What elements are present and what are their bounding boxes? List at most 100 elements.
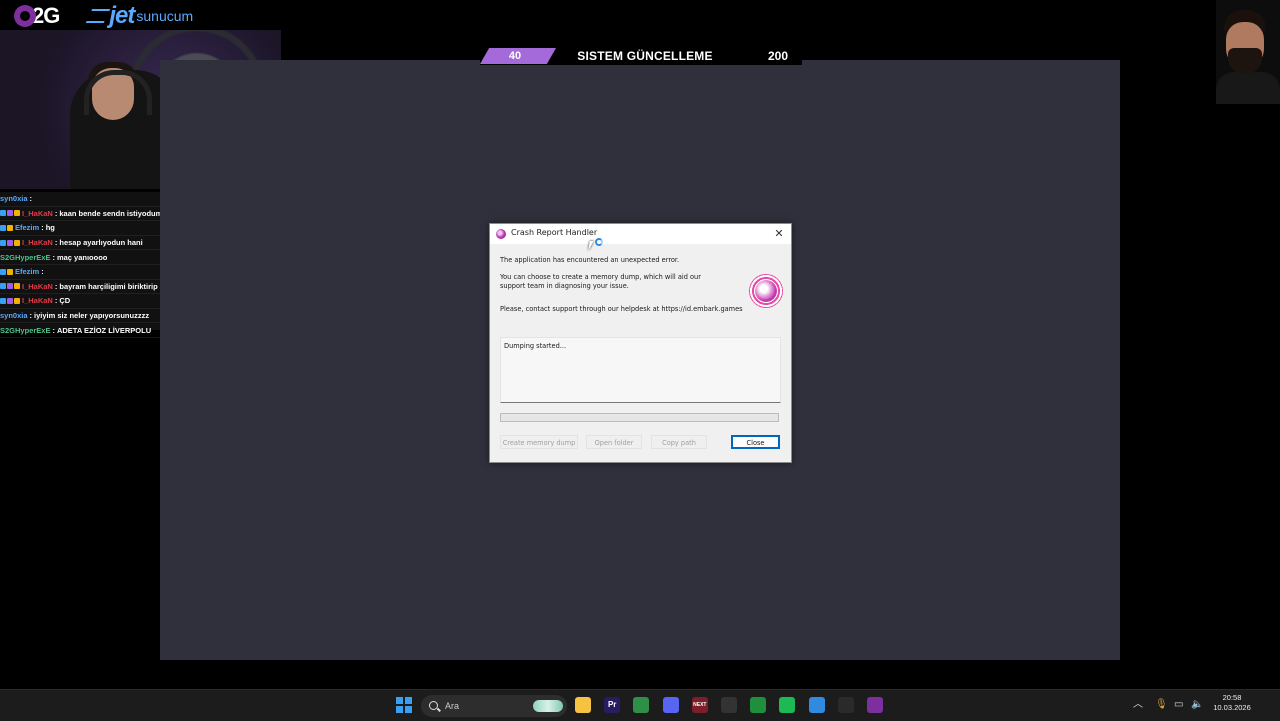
dialog-titlebar[interactable]: Crash Report Handler ✕: [490, 224, 791, 244]
chat-username[interactable]: syn0xia: [0, 194, 28, 203]
chat-badge-icon: [7, 224, 13, 231]
chat-text: hg: [45, 223, 55, 233]
sunucum-logo-text: sunucum: [136, 8, 194, 24]
chat-badge-icon: [7, 297, 13, 304]
chat-badge-icon: [7, 210, 13, 217]
open-folder-button[interactable]: Open folder: [586, 435, 642, 449]
s2g-logo-text: 2G: [32, 3, 60, 28]
steam-clock-icon[interactable]: [721, 697, 737, 713]
windows-start-icon[interactable]: [396, 697, 412, 713]
chat-badge-icon: [0, 268, 6, 275]
chat-username[interactable]: S2GHyperExE: [0, 253, 50, 262]
file-explorer-icon[interactable]: [575, 697, 591, 713]
s2g-mark-icon: [14, 5, 36, 27]
dump-log: Dumping started...: [500, 337, 781, 403]
discord-icon[interactable]: [662, 697, 679, 713]
copy-path-button[interactable]: Copy path: [651, 435, 707, 449]
webcam-beard: [1228, 48, 1262, 74]
chat-separator: :: [29, 194, 33, 204]
game-app-icon[interactable]: [867, 697, 883, 713]
chat-username[interactable]: syn0xia: [0, 311, 28, 320]
chat-username[interactable]: I_HaKaN: [22, 209, 53, 218]
chat-separator: :: [41, 223, 44, 233]
support-message: Please, contact support through our help…: [500, 305, 743, 313]
chat-badges: [0, 268, 13, 275]
chat-badge-icon: [7, 239, 13, 246]
premiere-icon[interactable]: Pr: [604, 697, 621, 713]
microphone-icon[interactable]: 🎙: [1155, 697, 1168, 713]
jet-logo-text: jet: [109, 2, 135, 29]
crash-report-dialog: Crash Report Handler ✕ The application h…: [489, 223, 792, 463]
pen-icon[interactable]: [837, 697, 854, 713]
search-placeholder: Ara: [445, 701, 460, 711]
chat-username[interactable]: S2GHyperExE: [0, 326, 50, 335]
create-memory-dump-button[interactable]: Create memory dump: [500, 435, 578, 449]
dialog-body: The application has encountered an unexp…: [490, 244, 791, 462]
headset-icon: [84, 70, 152, 115]
play-icon[interactable]: [750, 697, 767, 713]
chat-badge-icon: [7, 283, 13, 290]
chat-badges: [0, 210, 20, 217]
sistem-guncelleme-banner: 40 SISTEM GÜNCELLEME 200: [480, 47, 802, 65]
chat-separator: :: [52, 252, 55, 262]
chat-badge-icon: [0, 283, 6, 290]
taskbar: Ara Pr NEXT ︿ 🎙 ▭ 🔈 20:58 10.03.2026: [0, 689, 1280, 721]
chrome-icon[interactable]: [633, 697, 650, 713]
chevron-up-icon[interactable]: ︿: [1133, 697, 1143, 713]
chat-separator: :: [54, 208, 58, 218]
webcam-body: [1216, 72, 1280, 104]
jetsunucum-logo: jet sunucum: [86, 2, 194, 30]
chat-badges: [0, 239, 20, 246]
chat-username[interactable]: I_HaKaN: [22, 282, 53, 291]
network-icon[interactable]: ▭: [1174, 697, 1183, 713]
chat-separator: :: [29, 311, 33, 321]
dump-log-text: Dumping started...: [504, 342, 567, 350]
chat-badge-icon: [14, 283, 20, 290]
chat-badge-icon: [14, 297, 20, 304]
chat-username[interactable]: I_HaKaN: [22, 296, 53, 305]
chat-text: maç yanıoooo: [56, 252, 108, 262]
chat-badges: [0, 224, 13, 231]
dump-message: You can choose to create a memory dump, …: [500, 273, 701, 290]
chat-badge-icon: [0, 297, 6, 304]
chat-badge-icon: [0, 239, 6, 246]
taskbar-clock[interactable]: 20:58 10.03.2026: [1206, 693, 1258, 713]
chat-separator: :: [54, 238, 58, 248]
app-icon: [496, 229, 506, 239]
browser-blue-icon[interactable]: [808, 697, 825, 713]
banner-right-number: 200: [767, 49, 789, 63]
taskbar-search[interactable]: Ara: [421, 695, 567, 717]
chat-badge-icon: [7, 268, 13, 275]
clock-time: 20:58: [1222, 693, 1242, 702]
chat-separator: :: [52, 325, 55, 335]
error-message: The application has encountered an unexp…: [500, 256, 680, 264]
chat-separator: :: [54, 296, 58, 306]
speaker-icon[interactable]: 🔈: [1191, 697, 1203, 713]
chat-badge-icon: [0, 224, 6, 231]
banner-title: SISTEM GÜNCELLEME: [577, 49, 713, 63]
chat-badges: [0, 283, 20, 290]
chat-username[interactable]: Efezim: [15, 267, 39, 276]
next-icon[interactable]: NEXT: [691, 697, 708, 713]
close-icon[interactable]: ✕: [771, 226, 787, 242]
embark-orb-icon: [749, 274, 783, 308]
chat-text: hesap ayarlıyodun hani: [59, 238, 143, 248]
chat-text: iyiyim siz neler yapıyorsunuzzzz: [34, 311, 150, 321]
chat-username[interactable]: I_HaKaN: [22, 238, 53, 247]
chat-username[interactable]: Efezim: [15, 223, 39, 232]
clock-date: 10.03.2026: [1213, 703, 1251, 712]
busy-spinner-icon: [595, 238, 603, 246]
spotify-icon[interactable]: [779, 697, 796, 713]
search-highlight-icon: [533, 700, 563, 712]
chat-badges: [0, 297, 20, 304]
chat-text: kaan bende sendn istiyodum ya: [59, 208, 173, 218]
close-button[interactable]: Close: [731, 435, 780, 449]
chat-badge-icon: [14, 239, 20, 246]
banner-left-number: 40: [508, 50, 522, 62]
chat-badge-icon: [0, 210, 6, 217]
stream-logos: 2G jet sunucum: [14, 2, 193, 30]
search-icon: [429, 701, 438, 710]
chat-separator: :: [54, 281, 58, 291]
guest-webcam: [1216, 0, 1280, 104]
chat-text: ÇD: [59, 296, 71, 306]
